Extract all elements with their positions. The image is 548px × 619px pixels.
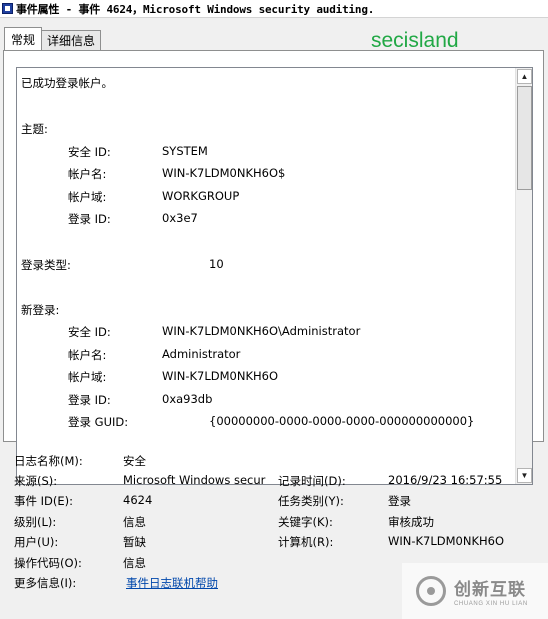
scroll-down-arrow-icon[interactable]: ▼ bbox=[517, 468, 532, 483]
computer-label: 计算机(R): bbox=[278, 535, 334, 549]
source-label: 来源(S): bbox=[14, 474, 58, 488]
field-value: WIN-K7LDM0NKH6O$ bbox=[162, 166, 286, 180]
brand-logo-icon bbox=[416, 576, 446, 606]
brand-watermark: 创新互联 CHUANG XIN HU LIAN bbox=[402, 563, 548, 619]
section-subject: 主题: bbox=[21, 122, 48, 136]
task-category-value: 登录 bbox=[388, 494, 411, 508]
keywords-value: 审核成功 bbox=[388, 515, 434, 529]
user-value: 暂缺 bbox=[123, 535, 146, 549]
field-label: 登录 ID: bbox=[68, 393, 111, 407]
brand-text: 创新互联 CHUANG XIN HU LIAN bbox=[454, 575, 528, 607]
logged-value: 2016/9/23 16:57:55 bbox=[388, 473, 503, 487]
description-scrollbar[interactable]: ▲ ▼ bbox=[515, 68, 532, 484]
field-value: 10 bbox=[209, 257, 224, 271]
event-id-value: 4624 bbox=[123, 493, 153, 507]
field-label: 安全 ID: bbox=[68, 325, 111, 339]
event-properties-icon bbox=[2, 3, 13, 14]
brand-name-cn: 创新互联 bbox=[454, 580, 526, 599]
tab-panel: 已成功登录帐户。 主题: 安全 ID: SYSTEM 帐户名: WIN-K7LD… bbox=[3, 50, 544, 485]
field-value: WIN-K7LDM0NKH6O bbox=[162, 369, 279, 383]
task-category-label: 任务类别(Y): bbox=[278, 494, 344, 508]
tab-details[interactable]: 详细信息 bbox=[41, 30, 102, 50]
source-value: Microsoft Windows secur bbox=[123, 473, 266, 487]
field-label: 帐户域: bbox=[68, 370, 107, 384]
brand-name-en: CHUANG XIN HU LIAN bbox=[454, 601, 528, 607]
log-name-label: 日志名称(M): bbox=[14, 454, 83, 468]
event-log-online-help-link[interactable]: 事件日志联机帮助 bbox=[126, 575, 218, 591]
opcode-value: 信息 bbox=[123, 556, 146, 570]
event-id-label: 事件 ID(E): bbox=[14, 494, 74, 508]
tab-strip: 常规 详细信息 bbox=[4, 27, 102, 50]
description-box[interactable]: 已成功登录帐户。 主题: 安全 ID: SYSTEM 帐户名: WIN-K7LD… bbox=[16, 67, 533, 485]
description-summary: 已成功登录帐户。 bbox=[21, 76, 113, 90]
field-value: {00000000-0000-0000-0000-000000000000} bbox=[209, 414, 475, 428]
level-value: 信息 bbox=[123, 515, 146, 529]
tab-general[interactable]: 常规 bbox=[4, 27, 43, 50]
field-label: 登录 ID: bbox=[68, 212, 111, 226]
opcode-label: 操作代码(O): bbox=[14, 556, 82, 570]
field-label: 登录类型: bbox=[21, 258, 71, 272]
field-label: 登录 GUID: bbox=[68, 415, 129, 429]
field-label: 帐户名: bbox=[68, 167, 107, 181]
field-label: 帐户名: bbox=[68, 348, 107, 362]
section-new-logon: 新登录: bbox=[21, 303, 60, 317]
more-info-label: 更多信息(I): bbox=[14, 576, 77, 590]
user-label: 用户(U): bbox=[14, 535, 59, 549]
field-value: 0xa93db bbox=[162, 392, 213, 406]
keywords-label: 关键字(K): bbox=[278, 515, 333, 529]
logged-label: 记录时间(D): bbox=[278, 474, 346, 488]
log-name-value: 安全 bbox=[123, 454, 146, 468]
window-title: 事件属性 - 事件 4624，Microsoft Windows securit… bbox=[16, 2, 375, 16]
field-label: 帐户域: bbox=[68, 190, 107, 204]
computer-value: WIN-K7LDM0NKH6O bbox=[388, 534, 505, 548]
field-value: 0x3e7 bbox=[162, 211, 198, 225]
level-label: 级别(L): bbox=[14, 515, 57, 529]
scroll-up-arrow-icon[interactable]: ▲ bbox=[517, 69, 532, 84]
field-value: SYSTEM bbox=[162, 144, 208, 158]
field-value: WORKGROUP bbox=[162, 189, 240, 203]
scroll-thumb[interactable] bbox=[517, 86, 532, 190]
description-text: 已成功登录帐户。 主题: 安全 ID: SYSTEM 帐户名: WIN-K7LD… bbox=[17, 68, 516, 484]
field-value: Administrator bbox=[162, 347, 241, 361]
title-bar: 事件属性 - 事件 4624，Microsoft Windows securit… bbox=[0, 0, 548, 18]
field-value: WIN-K7LDM0NKH6O\Administrator bbox=[162, 324, 361, 338]
field-label: 安全 ID: bbox=[68, 145, 111, 159]
